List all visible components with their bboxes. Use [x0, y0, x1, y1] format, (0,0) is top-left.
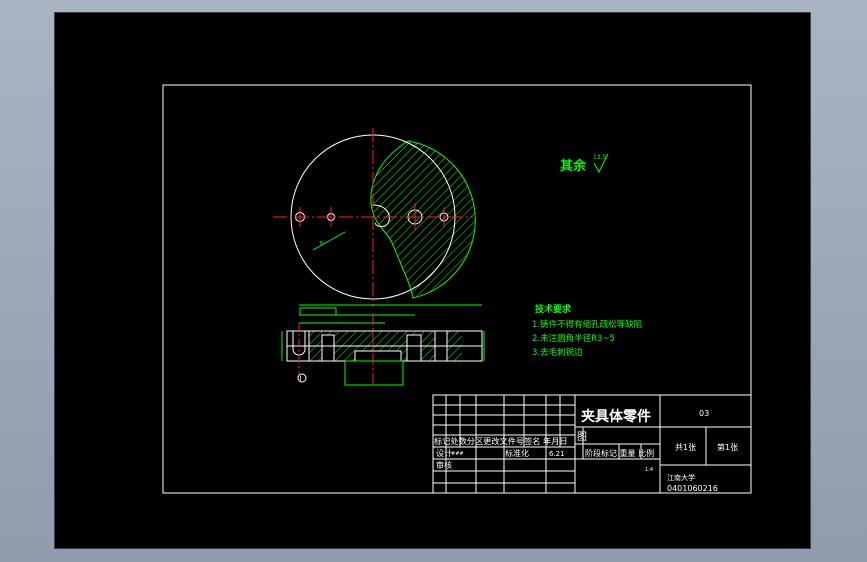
part-name: 夹具体零件: [581, 408, 651, 425]
note-2: 2.未注圆角半径R3~5: [532, 333, 615, 344]
tolerance-frame: [299, 307, 337, 316]
drawing-number: 03: [699, 409, 709, 418]
note-3: 3.去毛刺锐边: [532, 347, 583, 358]
student-id: 0401060216: [667, 484, 718, 493]
roughness-label: 其余: [560, 158, 587, 174]
title-block: 夹具体零件 03 图 标记处数分区更改文件号签名 年月日 设计 ### 标准化 …: [432, 394, 752, 494]
note-1: 1.铸件不得有缩孔疏松等缺陷: [532, 319, 642, 330]
section-hatch: [370, 140, 476, 299]
front-view: Ⅰ: [281, 304, 485, 388]
radius-leader: [312, 231, 346, 251]
base-dimension-box: [344, 360, 404, 386]
bore-middle: [406, 334, 422, 362]
sheet-number: 第1张: [717, 442, 738, 452]
roughness-callout: 其余 12.5: [560, 153, 609, 174]
review-label: 审核: [436, 460, 452, 470]
drawing-border: [162, 84, 752, 494]
cell-tu: 图: [577, 431, 587, 443]
standardization-label: 标准化: [505, 448, 529, 458]
technical-notes: 技术要求 1.铸件不得有缩孔疏松等缺陷 2.未注圆角半径R3~5 3.去毛刺锐边: [532, 303, 642, 358]
cad-viewport[interactable]: R 其余 12.5 Ⅰ 技术要求 1.铸件不得有缩孔疏松等缺陷 2.未注圆角半径…: [55, 13, 810, 548]
scale-value: 1:4: [645, 467, 653, 473]
sheets-total: 共1张: [675, 443, 696, 452]
top-view: R: [273, 128, 476, 307]
bottom-recess: [354, 350, 402, 362]
header-row: 标记处数分区更改文件号签名 年月日: [434, 436, 568, 446]
school-name: 江南大学: [667, 473, 695, 482]
drawing-canvas: R 其余 12.5 Ⅰ 技术要求 1.铸件不得有缩孔疏松等缺陷 2.未注圆角半径…: [162, 84, 752, 494]
stage-row: 阶段标记 重量 比例: [585, 448, 654, 458]
notes-title: 技术要求: [535, 303, 572, 315]
date-value: 6.21: [549, 450, 565, 458]
designer-name: ###: [451, 451, 464, 457]
section-marker: Ⅰ: [300, 375, 302, 383]
bore-left: [321, 334, 335, 362]
designer-label: 设计: [436, 448, 452, 458]
